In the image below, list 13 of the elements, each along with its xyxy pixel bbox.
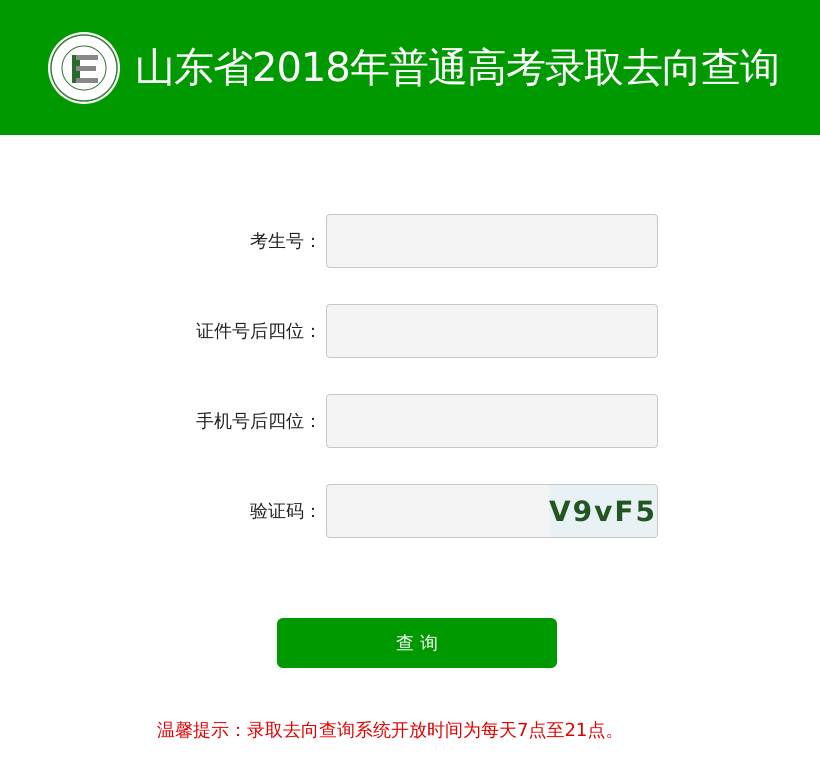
- logo-icon: [47, 30, 121, 104]
- input-field[interactable]: [326, 394, 658, 448]
- field-label: 手机号后四位：: [195, 410, 322, 433]
- search-button[interactable]: 查 询: [277, 618, 557, 668]
- field-label: 验证码：: [249, 500, 322, 523]
- input-field[interactable]: [326, 214, 658, 268]
- input-field[interactable]: [326, 304, 658, 358]
- notice-text: 温馨提示：录取去向查询系统开放时间为每天7点至21点。: [157, 719, 624, 742]
- captcha-image[interactable]: V9vF5: [549, 485, 657, 537]
- page-title: 山东省2018年普通高考录取去向查询: [135, 44, 779, 93]
- field-label: 考生号：: [249, 230, 322, 253]
- field-label: 证件号后四位：: [195, 320, 322, 343]
- captcha-field[interactable]: V9vF5: [326, 484, 658, 538]
